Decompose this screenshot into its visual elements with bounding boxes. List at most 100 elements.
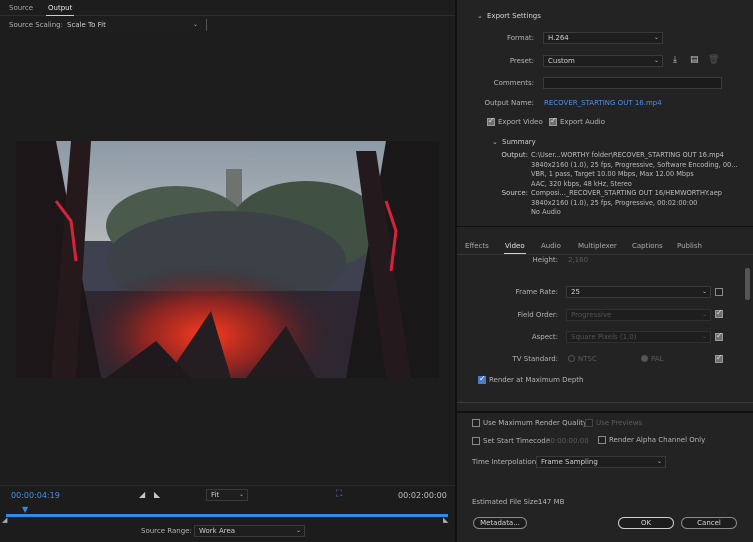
render-alpha-checkbox[interactable] bbox=[598, 436, 606, 444]
tab-audio[interactable]: Audio bbox=[541, 242, 561, 250]
set-out-point-icon[interactable]: ◣ bbox=[154, 490, 160, 499]
zoom-dropdown[interactable]: Fit ⌄ bbox=[206, 489, 248, 501]
frame-rate-checkbox[interactable] bbox=[715, 288, 723, 296]
save-preset-icon[interactable]: ⤓ bbox=[673, 55, 677, 65]
source-scaling-label: Source Scaling: bbox=[9, 21, 63, 29]
time-interpolation-value: Frame Sampling bbox=[541, 458, 598, 466]
separator bbox=[457, 402, 753, 403]
separator bbox=[457, 411, 753, 413]
field-order-checkbox[interactable] bbox=[715, 308, 723, 318]
start-timecode-value[interactable]: 00:00:00:00 bbox=[546, 437, 589, 445]
out-point-marker-icon[interactable]: ◣ bbox=[443, 516, 448, 524]
summary-output-label: Output: bbox=[501, 151, 528, 159]
source-range-dropdown[interactable]: Work Area ⌄ bbox=[194, 525, 305, 537]
collapse-chevron-icon[interactable]: ⌄ bbox=[477, 12, 483, 20]
separator bbox=[457, 226, 753, 227]
metadata-button[interactable]: Metadata... bbox=[473, 517, 527, 529]
preset-value: Custom bbox=[548, 57, 575, 65]
playhead-icon[interactable]: ▼ bbox=[22, 505, 28, 514]
settings-tabs: Effects Video Audio Multiplexer Captions… bbox=[457, 239, 753, 255]
time-interpolation-label: Time Interpolation: bbox=[472, 458, 539, 466]
chevron-down-icon: ⌄ bbox=[653, 57, 659, 64]
frame-rate-dropdown[interactable]: 25 ⌄ bbox=[566, 286, 711, 298]
height-label: Height: bbox=[532, 256, 559, 264]
tab-source[interactable]: Source bbox=[9, 4, 33, 12]
render-alpha-label: Render Alpha Channel Only bbox=[609, 436, 706, 444]
in-point-marker-icon[interactable]: ◢ bbox=[2, 516, 7, 524]
max-render-quality-label: Use Maximum Render Quality bbox=[483, 419, 588, 427]
tab-multiplexer[interactable]: Multiplexer bbox=[578, 242, 617, 250]
field-order-label: Field Order: bbox=[517, 311, 558, 319]
source-scaling-dropdown[interactable]: Scale To Fit ⌄ bbox=[62, 19, 202, 31]
chevron-down-icon: ⌄ bbox=[701, 288, 707, 295]
cancel-button[interactable]: Cancel bbox=[681, 517, 737, 529]
ntsc-label: NTSC bbox=[578, 355, 597, 363]
chevron-down-icon: ⌄ bbox=[701, 333, 707, 340]
comments-input[interactable] bbox=[543, 77, 722, 89]
field-order-dropdown[interactable]: Progressive ⌄ bbox=[566, 309, 711, 321]
summary-chevron-icon[interactable]: ⌄ bbox=[492, 138, 498, 146]
output-line: AAC, 320 kbps, 48 kHz, Stereo bbox=[531, 179, 632, 188]
chevron-down-icon: ⌄ bbox=[295, 527, 301, 534]
pal-label: PAL bbox=[651, 355, 664, 363]
aspect-label: Aspect: bbox=[531, 333, 558, 341]
aspect-checkbox[interactable] bbox=[715, 331, 723, 341]
import-preset-icon[interactable]: ▤ bbox=[690, 55, 699, 65]
preset-label: Preset: bbox=[509, 57, 534, 65]
set-start-timecode-label: Set Start Timecode bbox=[483, 437, 551, 445]
field-order-value: Progressive bbox=[571, 311, 612, 319]
chevron-down-icon: ⌄ bbox=[653, 34, 659, 41]
time-interpolation-dropdown[interactable]: Frame Sampling ⌄ bbox=[536, 456, 666, 468]
tv-standard-label: TV Standard: bbox=[512, 355, 559, 363]
set-in-point-icon[interactable]: ◢ bbox=[139, 490, 145, 499]
source-output-tabs: Source Output bbox=[0, 0, 455, 16]
tab-captions[interactable]: Captions bbox=[632, 242, 663, 250]
output-name-link[interactable]: RECOVER_STARTING OUT 16.mp4 bbox=[544, 99, 662, 107]
summary-title: Summary bbox=[502, 138, 536, 146]
file-size-value: 147 MB bbox=[538, 498, 565, 506]
tab-publish[interactable]: Publish bbox=[677, 242, 702, 250]
render-max-depth-label: Render at Maximum Depth bbox=[489, 376, 584, 384]
zoom-value: Fit bbox=[211, 491, 220, 499]
comments-label: Comments: bbox=[493, 79, 534, 87]
scrollbar-thumb[interactable] bbox=[745, 268, 750, 300]
height-value: 2,160 bbox=[568, 256, 589, 264]
export-settings-title: Export Settings bbox=[487, 12, 541, 20]
preset-dropdown[interactable]: Custom ⌄ bbox=[543, 55, 663, 67]
timeline-track[interactable] bbox=[6, 514, 448, 517]
chevron-down-icon: ⌄ bbox=[701, 311, 707, 318]
use-previews-label: Use Previews bbox=[596, 419, 643, 427]
source-line: No Audio bbox=[531, 208, 561, 216]
output-line: C:\User...WORTHY folder\RECOVER_STARTING… bbox=[531, 151, 724, 159]
aspect-dropdown[interactable]: Square Pixels (1.0) ⌄ bbox=[566, 331, 711, 343]
file-size-label: Estimated File Size: bbox=[472, 498, 541, 506]
video-preview bbox=[16, 141, 439, 378]
frame-rate-label: Frame Rate: bbox=[515, 288, 558, 296]
crop-output-icon[interactable]: ⛶ bbox=[336, 489, 342, 499]
export-video-label: Export Video bbox=[498, 118, 543, 126]
tab-video[interactable]: Video bbox=[504, 242, 526, 254]
preview-artwork bbox=[16, 141, 439, 378]
tab-output[interactable]: Output bbox=[45, 4, 75, 16]
set-start-timecode-checkbox[interactable] bbox=[472, 437, 480, 445]
ok-button[interactable]: OK bbox=[618, 517, 674, 529]
pal-radio[interactable] bbox=[641, 355, 648, 362]
use-previews-checkbox[interactable] bbox=[585, 419, 593, 427]
format-label: Format: bbox=[506, 34, 534, 42]
summary-output-text: C:\User...WORTHY folder\RECOVER_STARTING… bbox=[531, 151, 738, 189]
output-name-label: Output Name: bbox=[484, 99, 534, 107]
delete-preset-icon[interactable]: 🗑 bbox=[708, 55, 719, 65]
chevron-down-icon: ⌄ bbox=[238, 491, 244, 498]
tv-standard-checkbox[interactable] bbox=[715, 353, 723, 363]
max-render-quality-checkbox[interactable] bbox=[472, 419, 480, 427]
aspect-value: Square Pixels (1.0) bbox=[571, 333, 637, 341]
current-timecode[interactable]: 00:00:04:19 bbox=[11, 491, 60, 500]
chevron-down-icon: ⌄ bbox=[192, 21, 198, 28]
export-video-checkbox[interactable] bbox=[487, 116, 495, 126]
render-max-depth-checkbox[interactable] bbox=[478, 374, 486, 384]
format-dropdown[interactable]: H.264 ⌄ bbox=[543, 32, 663, 44]
ntsc-radio[interactable] bbox=[568, 355, 575, 362]
export-audio-checkbox[interactable] bbox=[549, 116, 557, 126]
summary-source-text: Composi..._RECOVER_STARTING OUT 16/HEMWO… bbox=[531, 189, 722, 218]
tab-effects[interactable]: Effects bbox=[465, 242, 489, 250]
